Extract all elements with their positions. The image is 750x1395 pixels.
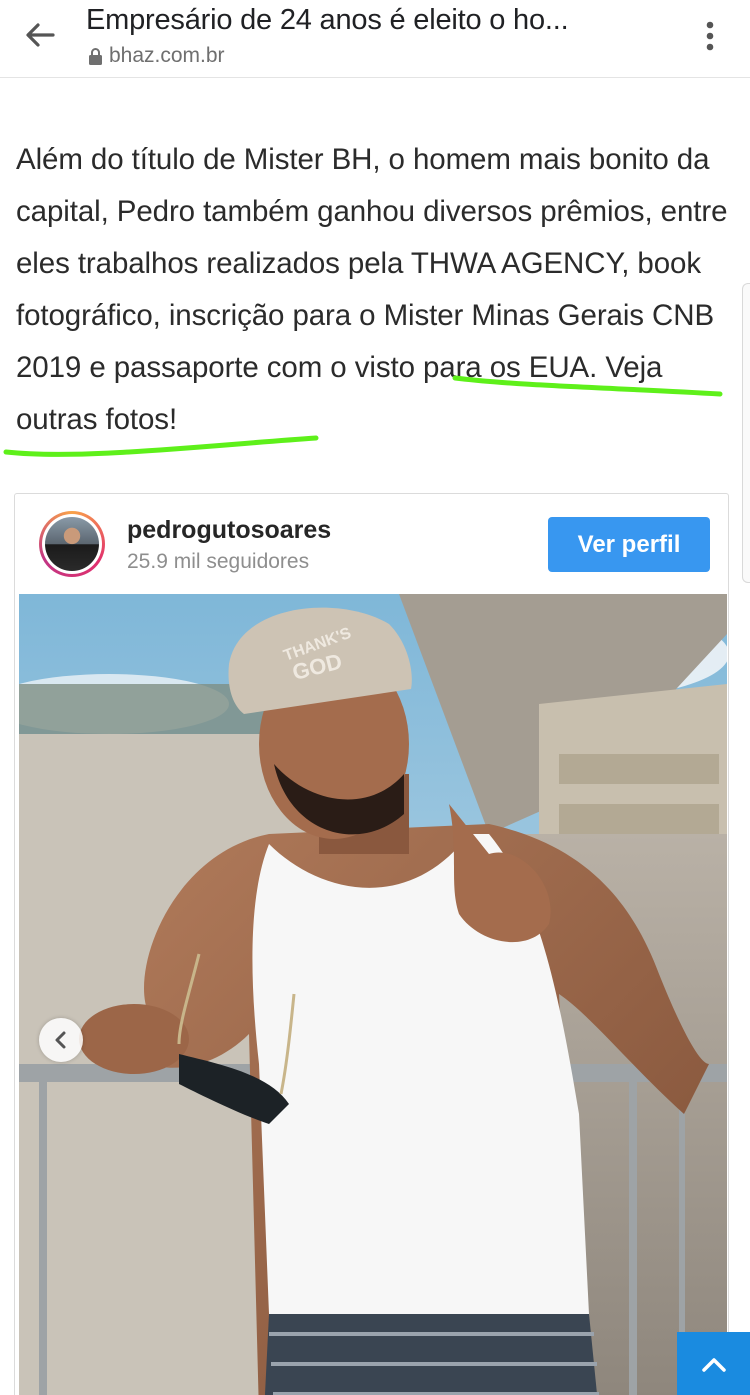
highlighted-text: e passaporte com o visto para os EUA bbox=[89, 351, 590, 384]
embed-header: pedrogutosoares 25.9 mil seguidores Ver … bbox=[15, 494, 728, 594]
scroll-indicator[interactable] bbox=[742, 283, 750, 583]
view-profile-button[interactable]: Ver perfil bbox=[548, 517, 710, 572]
username[interactable]: pedrogutosoares bbox=[127, 516, 331, 545]
previous-photo-button[interactable] bbox=[39, 1018, 83, 1062]
instagram-embed: pedrogutosoares 25.9 mil seguidores Ver … bbox=[14, 493, 729, 1395]
back-button[interactable] bbox=[20, 18, 60, 52]
page-url: bhaz.com.br bbox=[109, 44, 225, 67]
more-vertical-icon bbox=[706, 21, 714, 51]
lock-icon bbox=[89, 48, 102, 65]
overflow-menu-button[interactable] bbox=[700, 18, 720, 54]
url-row: bhaz.com.br bbox=[88, 44, 225, 68]
chevron-left-icon bbox=[55, 1031, 66, 1049]
post-photo[interactable]: THANK'S GOD bbox=[19, 594, 727, 1395]
chevron-up-icon bbox=[701, 1357, 726, 1372]
browser-toolbar: Empresário de 24 anos é eleito o ho... b… bbox=[0, 0, 750, 78]
article-paragraph: Além do título de Mister BH, o homem mai… bbox=[16, 134, 740, 446]
scroll-to-top-button[interactable] bbox=[677, 1332, 750, 1395]
arrow-left-icon bbox=[26, 23, 55, 47]
avatar[interactable] bbox=[39, 511, 105, 577]
avatar-image bbox=[45, 517, 99, 571]
follower-count: 25.9 mil seguidores bbox=[127, 550, 310, 573]
page-title: Empresário de 24 anos é eleito o ho... bbox=[86, 4, 569, 36]
post-image: THANK'S GOD bbox=[19, 594, 727, 1395]
paragraph-text: Além do título de Mister BH, o homem mai… bbox=[16, 143, 728, 384]
